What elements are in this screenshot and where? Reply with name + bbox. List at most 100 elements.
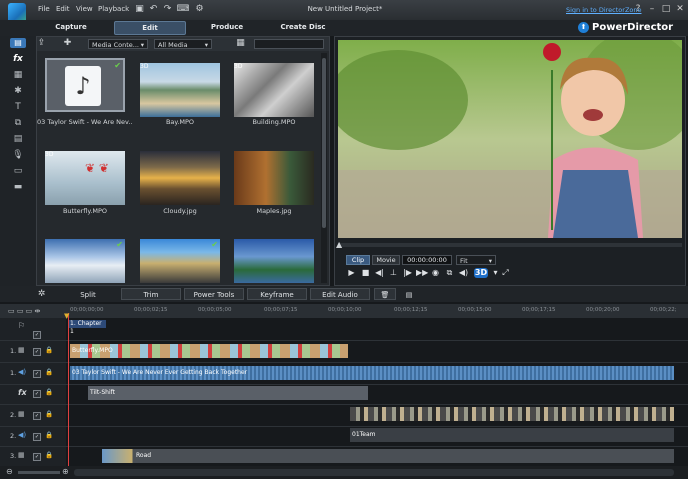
fx-track-icon: fx: [18, 388, 27, 397]
tab-produce[interactable]: Produce: [192, 21, 262, 33]
audio-mix-room-icon[interactable]: ▤: [10, 133, 26, 146]
used-check-icon: ✔: [116, 240, 123, 249]
split-button[interactable]: Split: [58, 288, 118, 300]
edit-audio-button[interactable]: Edit Audio: [310, 288, 370, 300]
preview-seek-bar[interactable]: [338, 243, 682, 247]
library-item-cloudy[interactable]: [140, 151, 220, 205]
menu-file[interactable]: File: [38, 5, 50, 13]
seek-handle-icon[interactable]: ▲: [336, 240, 342, 249]
lock-icon[interactable]: 🔒: [45, 431, 53, 439]
playhead-handle-icon[interactable]: ▼: [64, 312, 69, 320]
track-enable-checkbox[interactable]: ✓: [33, 412, 41, 420]
menu-view[interactable]: View: [76, 5, 93, 13]
lock-icon[interactable]: 🔒: [45, 346, 53, 354]
menu-playback[interactable]: Playback: [98, 5, 129, 13]
voiceover-room-icon[interactable]: 🎙: [10, 149, 26, 162]
tab-capture[interactable]: Capture: [36, 21, 106, 33]
power-tools-button[interactable]: Power Tools: [184, 288, 244, 300]
menu-edit[interactable]: Edit: [56, 5, 70, 13]
more-features-icon[interactable]: ▤: [400, 288, 418, 300]
fullscreen-icon[interactable]: ⤢: [500, 268, 511, 278]
tab-create-disc[interactable]: Create Disc: [268, 21, 338, 33]
track-enable-checkbox[interactable]: ✓: [33, 390, 41, 398]
library-item-clouds[interactable]: ✔: [45, 239, 125, 283]
tab-edit[interactable]: Edit: [114, 21, 186, 35]
play-icon[interactable]: ▶: [346, 268, 357, 278]
timeline-scrollbar[interactable]: [74, 469, 674, 476]
close-icon[interactable]: ✕: [674, 4, 686, 14]
timecode-display[interactable]: 00:00:00:00: [402, 255, 452, 265]
redo-icon[interactable]: ↷: [162, 4, 173, 15]
fast-forward-icon[interactable]: ▶▶: [416, 268, 428, 278]
volume-icon[interactable]: ◀): [458, 268, 469, 278]
maximize-icon[interactable]: □: [660, 4, 672, 14]
directorzone-signin-link[interactable]: Sign in to DirectorZone: [566, 6, 642, 14]
zoom-out-icon[interactable]: ⊖: [6, 467, 13, 476]
trim-button[interactable]: Trim: [121, 288, 181, 300]
track-enable-checkbox[interactable]: ✓: [33, 453, 41, 461]
previous-frame-icon[interactable]: ◀|: [374, 268, 385, 278]
media-content-dropdown[interactable]: Media Conte...: [88, 39, 148, 50]
library-item-butterfly[interactable]: ❦ ❦: [45, 151, 125, 205]
video-clip[interactable]: Road: [102, 449, 674, 463]
save-icon[interactable]: ▣: [134, 4, 145, 15]
track-enable-checkbox[interactable]: ✓: [33, 348, 41, 356]
lock-icon[interactable]: 🔒: [45, 410, 53, 418]
help-icon[interactable]: ?: [632, 4, 644, 14]
stop-icon[interactable]: ■: [360, 268, 371, 278]
ruler-tick: 00;00;07;15: [264, 307, 298, 313]
transition-room-icon[interactable]: ⧉: [10, 117, 26, 130]
library-item-lake[interactable]: [234, 239, 314, 283]
title-room-icon[interactable]: T: [10, 101, 26, 114]
tools-icon[interactable]: ✲: [36, 289, 47, 300]
library-item-bay[interactable]: [140, 63, 220, 117]
media-room-icon[interactable]: ▤: [10, 38, 26, 48]
timeline-view-icons[interactable]: ▭ ▭ ▭ ⇹: [8, 307, 68, 317]
track-enable-checkbox[interactable]: ✓: [33, 331, 41, 339]
3d-mode-button[interactable]: 3D: [474, 268, 488, 278]
library-item-maples[interactable]: [234, 151, 314, 205]
import-media-icon[interactable]: ⇪: [36, 38, 47, 49]
track-enable-checkbox[interactable]: ✓: [33, 370, 41, 378]
audio-clip[interactable]: 03 Taylor Swift - We Are Never Ever Gett…: [70, 366, 674, 380]
settings-gear-icon[interactable]: ⚙: [194, 4, 205, 15]
library-scrollbar-thumb[interactable]: [322, 58, 326, 228]
plugin-icon[interactable]: ✚: [62, 38, 73, 49]
undo-icon[interactable]: ↶: [148, 4, 159, 15]
video-clip[interactable]: Butterfly.MPO: [70, 344, 348, 358]
lock-icon[interactable]: 🔒: [45, 451, 53, 459]
tab-movie[interactable]: Movie: [372, 255, 400, 265]
minimize-icon[interactable]: –: [646, 4, 658, 14]
library-item-road[interactable]: ✔: [140, 239, 220, 283]
lock-icon[interactable]: 🔒: [45, 368, 53, 376]
audio-clip[interactable]: 01Team: [350, 428, 674, 442]
keyframe-button[interactable]: Keyframe: [247, 288, 307, 300]
brand-arrow-icon: ⬆: [578, 22, 589, 33]
video-clip[interactable]: [350, 407, 674, 421]
zoom-fit-dropdown[interactable]: Fit: [456, 255, 496, 266]
playhead[interactable]: [68, 313, 69, 468]
fx-room-icon[interactable]: fx: [10, 53, 26, 66]
undock-preview-icon[interactable]: ⧉: [444, 268, 455, 278]
zoom-slider[interactable]: [18, 471, 60, 474]
track-enable-checkbox[interactable]: ✓: [33, 433, 41, 441]
media-type-dropdown[interactable]: All Media: [154, 39, 212, 50]
tab-clip[interactable]: Clip: [346, 255, 370, 265]
grid-view-icon[interactable]: ▦: [235, 38, 246, 49]
subtitle-room-icon[interactable]: ▬: [10, 181, 26, 194]
chapter-room-icon[interactable]: ▭: [10, 165, 26, 178]
next-frame-icon[interactable]: |▶: [402, 268, 413, 278]
chapter-marker[interactable]: 1. Chapter 1: [68, 320, 106, 335]
thumbnail-size-slider[interactable]: [254, 39, 324, 49]
delete-icon[interactable]: 🗑: [374, 288, 396, 300]
effect-clip[interactable]: Tilt-Shift: [88, 386, 368, 400]
particle-room-icon[interactable]: ✱: [10, 85, 26, 98]
keyboard-icon[interactable]: ⌨: [176, 4, 190, 15]
library-item-music[interactable]: ♪ ✔: [45, 58, 125, 112]
split-icon[interactable]: ⊥: [388, 268, 399, 278]
snapshot-icon[interactable]: ◉: [430, 268, 441, 278]
lock-icon[interactable]: 🔒: [45, 388, 53, 396]
pip-room-icon[interactable]: ▦: [10, 69, 26, 82]
zoom-in-icon[interactable]: ⊕: [62, 467, 69, 476]
library-item-building[interactable]: [234, 63, 314, 117]
